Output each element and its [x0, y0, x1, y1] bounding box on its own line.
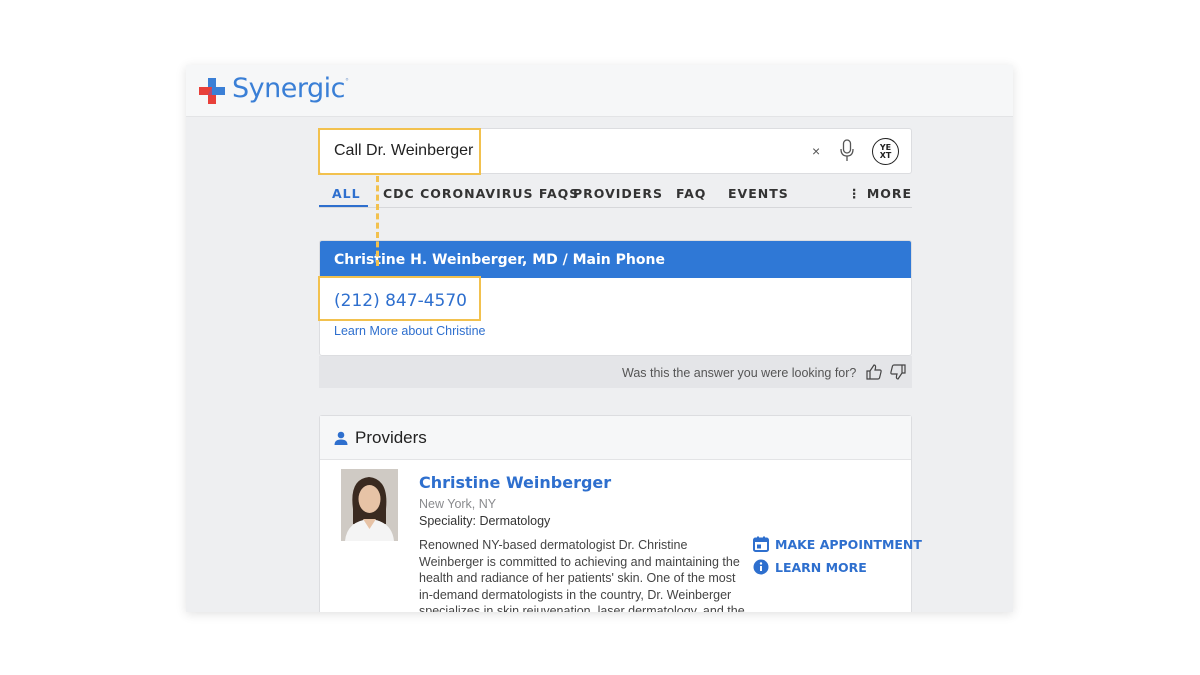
calendar-icon: [753, 536, 769, 552]
trademark-mark: °: [344, 77, 349, 86]
providers-section: Providers Christine Weinberger New York,…: [319, 415, 922, 612]
provider-photo: [341, 469, 398, 541]
make-appointment-label: MAKE APPOINTMENT: [775, 537, 922, 552]
feedback-prompt: Was this the answer you were looking for…: [622, 366, 857, 380]
direct-answer-heading: Christine H. Weinberger, MD / Main Phone: [320, 241, 911, 278]
active-tab-underline: [319, 205, 368, 207]
tab-providers[interactable]: PROVIDERS: [573, 186, 663, 201]
brand-bar: Synergic°: [186, 65, 1013, 117]
thumbs-up-icon[interactable]: [866, 364, 882, 380]
tab-events[interactable]: EVENTS: [728, 186, 789, 201]
thumbs-down-icon[interactable]: [890, 364, 906, 380]
highlight-connector: [376, 176, 379, 266]
synergic-logo-icon: [199, 78, 225, 104]
person-icon: [334, 431, 348, 445]
info-icon: [753, 559, 769, 575]
providers-header: Providers: [320, 416, 911, 460]
microphone-icon[interactable]: [839, 139, 855, 163]
phone-highlight-box: [318, 276, 481, 321]
providers-title: Providers: [355, 428, 427, 447]
yext-logo-icon[interactable]: YE XT: [872, 138, 899, 165]
learn-more-label: LEARN MORE: [775, 560, 867, 575]
tab-all[interactable]: ALL: [332, 186, 361, 201]
tab-faq[interactable]: FAQ: [676, 186, 706, 201]
feedback-row: Was this the answer you were looking for…: [319, 356, 912, 388]
app-window: Synergic° Call Dr. Weinberger × YE XT ALL…: [186, 65, 1013, 612]
brand-name-text: Synergic: [232, 73, 345, 104]
provider-speciality: Speciality: Dermatology: [419, 514, 551, 528]
learn-more-link[interactable]: Learn More about Christine: [334, 324, 485, 338]
provider-location: New York, NY: [419, 497, 497, 511]
vertical-tabs: ALL CDC CORONAVIRUS FAQS PROVIDERS FAQ E…: [319, 175, 912, 208]
tab-cdc-coronavirus-faqs[interactable]: CDC CORONAVIRUS FAQS: [383, 186, 579, 201]
provider-name-link[interactable]: Christine Weinberger: [419, 473, 611, 492]
clear-search-button[interactable]: ×: [812, 143, 820, 159]
provider-description: Renowned NY-based dermatologist Dr. Chri…: [419, 538, 745, 612]
brand-name[interactable]: Synergic°: [232, 73, 349, 104]
tab-more[interactable]: ⋮ MORE: [848, 186, 912, 201]
query-highlight-box: [318, 128, 481, 175]
